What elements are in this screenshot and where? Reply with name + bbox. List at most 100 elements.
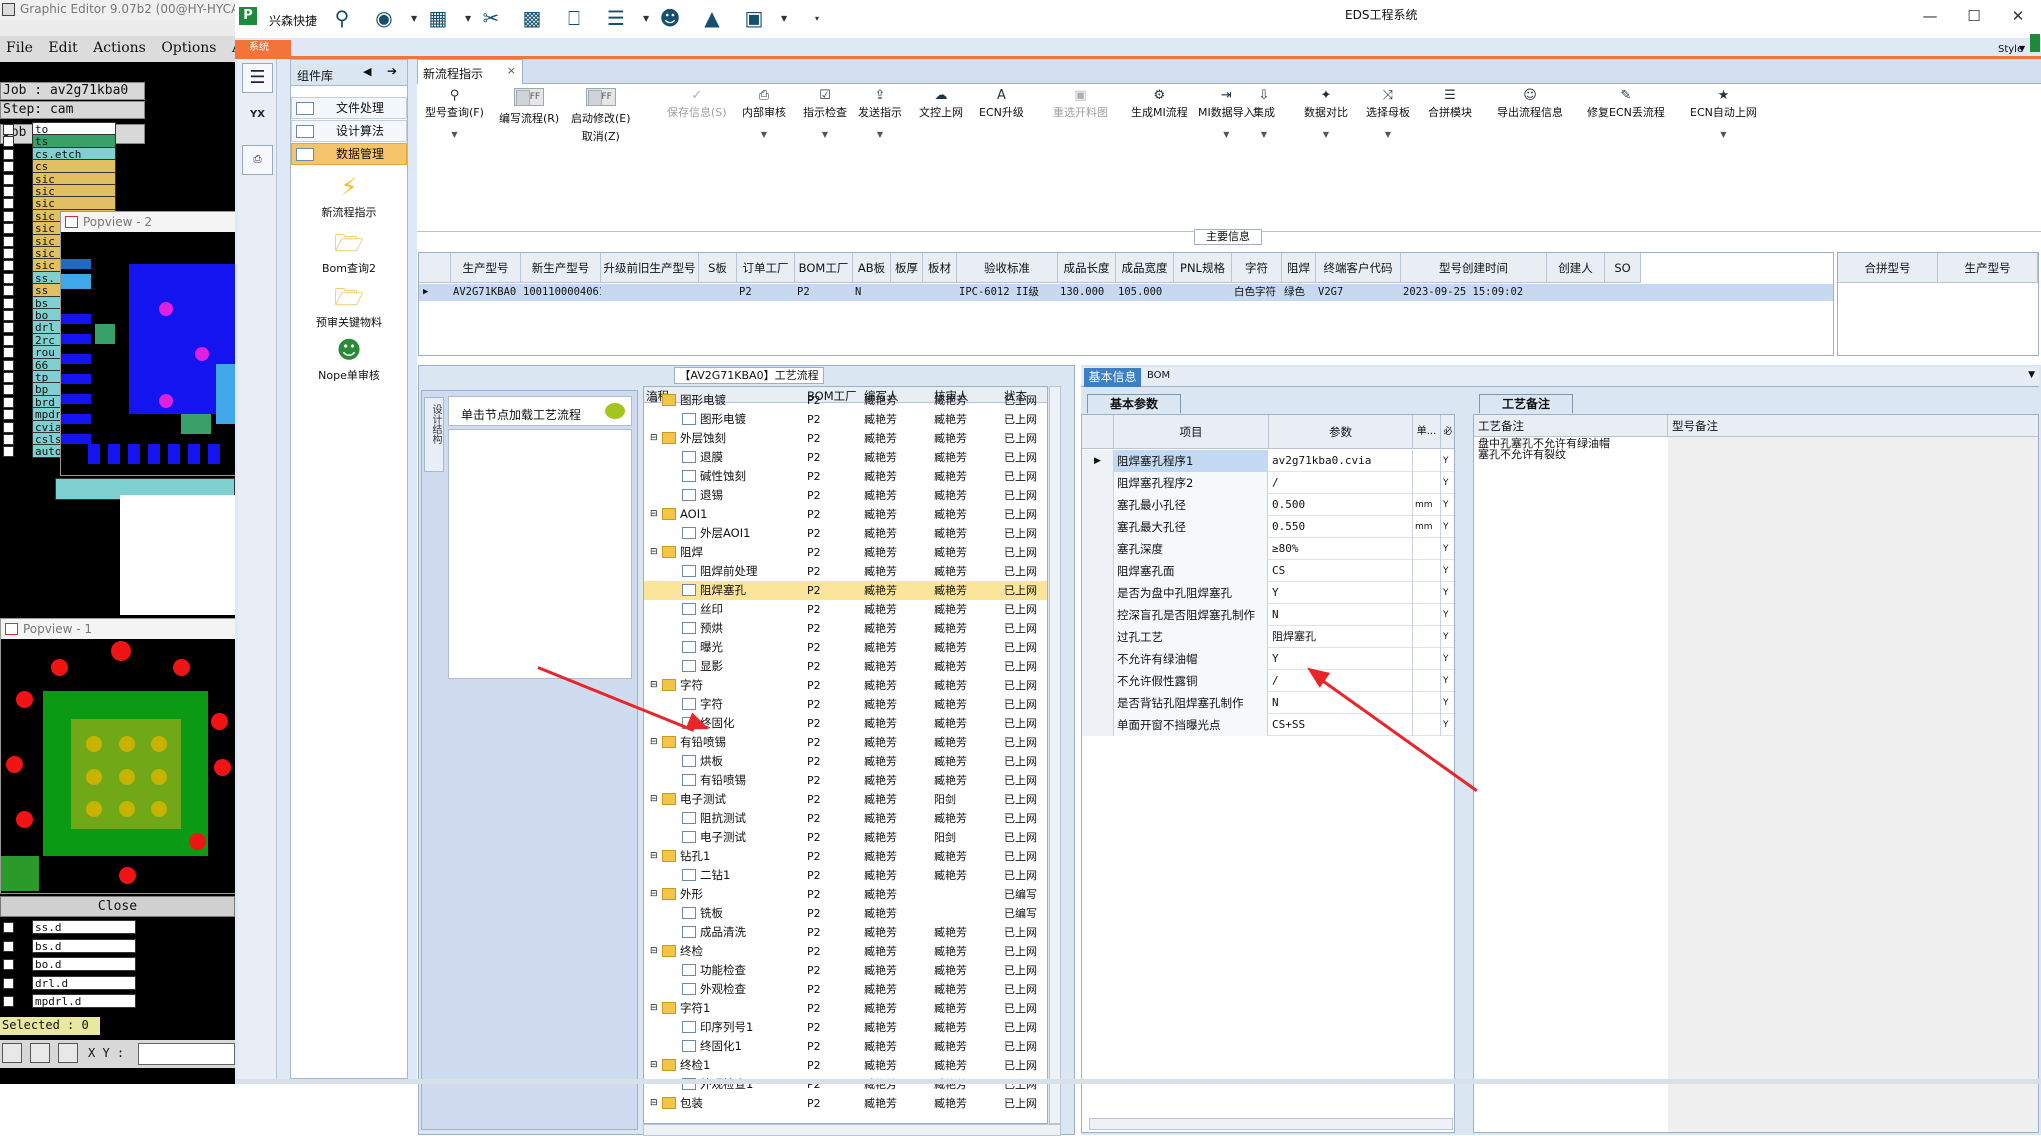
main-info-cell[interactable]: N [855,284,891,301]
layer-checkbox[interactable] [3,359,14,371]
layer-checkbox[interactable] [3,173,14,185]
entry-bom-query[interactable]: 🗁 Bom查询2 [291,228,407,276]
ribbon-button-15[interactable]: ☰ 合拼模块 [1428,88,1472,120]
layer-checkbox[interactable] [3,272,14,284]
ribbon-button-17[interactable]: ✎ 修复ECN丢流程 [1587,88,1665,120]
tree-row[interactable]: 退锡 P2 臧艳芳 臧艳芳 已上网 [644,486,1047,505]
main-info-col[interactable]: 成品长度 [1058,253,1116,283]
layer-checkbox[interactable] [3,959,14,970]
tree-row[interactable]: ⊟ 图形电镀 P2 臧艳芳 臧艳芳 已上网 [644,391,1047,410]
tree-row[interactable]: 字符 P2 臧艳芳 臧艳芳 已上网 [644,695,1047,714]
expand-icon[interactable]: ⊟ [650,885,658,904]
ribbon-button-12[interactable]: ⇩ 集成 ▼ [1253,88,1275,139]
entry-pre-review[interactable]: 🗁 预审关键物料 [291,282,407,330]
expand-icon[interactable]: ⊟ [650,429,658,448]
table-icon[interactable]: ▦ [425,5,451,31]
tree-row[interactable]: 印序列号1 P2 臧艳芳 臧艳芳 已上网 [644,1018,1047,1037]
main-info-col[interactable]: S板 [699,253,737,283]
param-value[interactable]: Y [1269,582,1413,604]
menu-edit[interactable]: Edit [42,36,82,56]
layer-checkbox[interactable] [3,297,14,309]
chevron-down-icon[interactable]: ▼ [425,130,484,139]
main-info-cell[interactable]: P2 [797,284,853,301]
layer-checkbox[interactable] [3,148,14,160]
lower-layer-row[interactable]: bo.d [0,957,235,972]
chevron-down-icon[interactable]: ▼ [1253,130,1275,139]
main-info-cell[interactable]: 130.000 [1060,284,1116,301]
xy-input[interactable] [138,1043,235,1065]
main-info-col[interactable]: 阻焊 [1282,253,1316,283]
expand-icon[interactable]: ⊟ [650,942,658,961]
param-value[interactable]: 阻焊塞孔 [1269,626,1413,648]
param-row[interactable]: 过孔工艺 阻焊塞孔 Y [1082,626,1454,648]
tree-row[interactable]: 阻焊塞孔 P2 臧艳芳 臧艳芳 已上网 [644,581,1047,600]
ribbon-button-13[interactable]: ✦ 数据对比 ▼ [1304,88,1348,139]
flow-node-area[interactable] [448,429,632,679]
chevron-down-icon[interactable]: ▼ [2019,44,2025,53]
ribbon-button-9[interactable]: ▣ 重选开料图 [1053,88,1108,120]
chevron-down-icon[interactable]: ▼ [1690,130,1757,139]
expand-icon[interactable]: ⊟ [650,733,658,752]
layer-checkbox[interactable] [3,434,14,445]
ribbon-button-10[interactable]: ⚙ 生成MI流程 [1131,88,1188,120]
process-note-text[interactable]: 盘中孔塞孔不允许有绿油帽 塞孔不允许有裂纹 [1478,438,1610,460]
tree-horizontal-scrollbar[interactable] [643,1124,1061,1136]
layer-checkbox[interactable] [3,161,14,173]
param-value[interactable]: / [1269,670,1413,692]
main-info-cell[interactable]: V2G7 [1318,284,1401,301]
main-info-col[interactable]: 新生产型号 [521,253,601,283]
param-value[interactable]: av2g71kba0.cvia [1269,450,1413,472]
zoom-icon[interactable] [2,1043,22,1063]
tree-row[interactable]: 外观检查1 P2 臧艳芳 臧艳芳 已上网 [644,1075,1047,1094]
tree-row[interactable]: ⊟ 终检1 P2 臧艳芳 臧艳芳 已上网 [644,1056,1047,1075]
ribbon-button-7[interactable]: ☁ 文控上网 [919,88,963,120]
tree-row[interactable]: 外层AOI1 P2 臧艳芳 臧艳芳 已上网 [644,524,1047,543]
ribbon-button-14[interactable]: ⤨ 选择母板 ▼ [1366,88,1410,139]
menu-file[interactable]: File [0,36,38,56]
tree-row[interactable]: 烘板 P2 臧艳芳 臧艳芳 已上网 [644,752,1047,771]
layer-checkbox[interactable] [3,940,14,952]
toggle-switch[interactable]: OFF [514,88,545,106]
expand-icon[interactable]: ⊟ [650,676,658,695]
ribbon-button-3[interactable]: ✓ 保存信息(S) [667,88,727,120]
main-info-cell[interactable]: 10011000040614 [523,284,601,301]
param-row[interactable]: 是否背钻孔阻焊塞孔制作 N Y [1082,692,1454,714]
main-info-cell[interactable] [925,284,957,301]
chevron-left-icon[interactable]: ◀ [363,65,371,78]
chevron-down-icon[interactable]: ▼ [781,14,787,23]
main-info-col[interactable]: 型号创建时间 [1401,253,1547,283]
tree-row[interactable]: 丝印 P2 臧艳芳 臧艳芳 已上网 [644,600,1047,619]
param-row[interactable]: 是否为盘中孔阻焊塞孔 Y Y [1082,582,1454,604]
ribbon-button-8[interactable]: A ECN升级 [979,88,1024,120]
main-info-col[interactable]: 字符 [1232,253,1282,283]
ribbon-button-18[interactable]: ★ ECN自动上网 ▼ [1690,88,1757,139]
tree-row[interactable]: 功能检查 P2 臧艳芳 臧艳芳 已上网 [644,961,1047,980]
param-value[interactable]: ≥80% [1269,538,1413,560]
clipboard-icon[interactable]: ⎕ [561,5,587,31]
main-info-cell[interactable] [1549,284,1605,301]
layer-checkbox[interactable] [3,409,14,421]
tree-row[interactable]: 阻抗测试 P2 臧艳芳 臧艳芳 已上网 [644,809,1047,828]
main-info-col[interactable]: AB板 [853,253,891,283]
menu-analysis[interactable]: An [226,36,235,56]
layer-checkbox[interactable] [3,996,14,1007]
layer-checkbox[interactable] [3,310,14,321]
expand-icon[interactable]: ⊟ [650,999,658,1018]
toggle-switch[interactable]: OFF [585,88,616,106]
menu-options[interactable]: Options [155,36,221,56]
close-tab-icon[interactable]: × [507,64,516,77]
tree-row[interactable]: 有铅喷锡 P2 臧艳芳 臧艳芳 已上网 [644,771,1047,790]
expand-icon[interactable]: ⊟ [650,505,658,524]
main-info-cell[interactable] [603,284,699,301]
param-row[interactable]: 塞孔最小孔径 0.500 mm Y [1082,494,1454,516]
entry-new-flow[interactable]: ⚡ 新流程指示 [291,172,407,220]
system-tab[interactable]: 系统 [235,40,291,56]
tab-bom[interactable]: BOM [1147,370,1170,381]
yx-logo-icon[interactable]: YX [242,101,273,137]
chevron-down-icon[interactable]: ▼ [465,14,471,23]
ribbon-button-2[interactable]: OFF 启动修改(E) 取消(Z) [571,88,631,144]
chevron-down-icon[interactable]: ▼ [803,130,847,139]
main-info-col[interactable]: 生产型号 [451,253,521,283]
chevron-down-icon[interactable]: ▼ [742,130,786,139]
user-icon[interactable]: ☻ [657,5,683,31]
